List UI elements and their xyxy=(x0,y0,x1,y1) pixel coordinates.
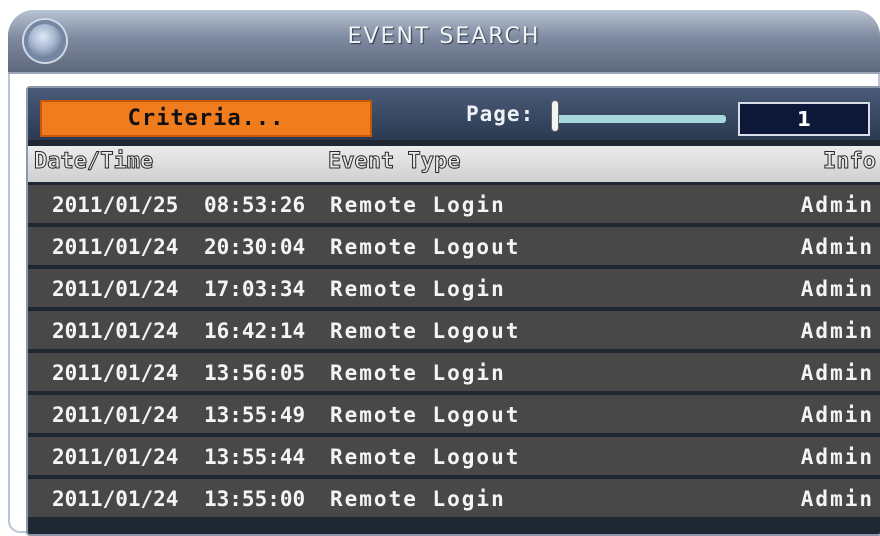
cell-info: Admin xyxy=(800,235,874,259)
cell-event-type: Remote Logout xyxy=(330,235,521,259)
cell-time: 17:03:34 xyxy=(204,277,306,301)
page-slider-handle[interactable] xyxy=(551,100,559,132)
cell-info: Admin xyxy=(800,193,874,217)
cell-time: 20:30:04 xyxy=(204,235,306,259)
cell-time: 13:55:00 xyxy=(204,487,306,511)
table-row[interactable]: 2011/01/25 08:53:26 Remote Login Admin xyxy=(28,185,880,223)
cell-time: 13:56:05 xyxy=(204,361,306,385)
page-number-field[interactable]: 1 xyxy=(738,102,870,136)
event-search-window: EVENT SEARCH Criteria... Page: 1 Date/Ti… xyxy=(8,10,880,536)
column-header-info: Info xyxy=(823,149,877,175)
cell-event-type: Remote Login xyxy=(330,361,506,385)
table-row[interactable]: 2011/01/24 13:55:49 Remote Logout Admin xyxy=(28,395,880,433)
cell-info: Admin xyxy=(800,319,874,343)
page-label: Page: xyxy=(466,102,535,126)
cell-date: 2011/01/24 xyxy=(52,487,179,511)
cell-time: 16:42:14 xyxy=(204,319,306,343)
cell-date: 2011/01/24 xyxy=(52,235,179,259)
table-header: Date/Time Event Type Info xyxy=(28,146,880,182)
criteria-button[interactable]: Criteria... xyxy=(40,100,372,137)
controls-bar: Criteria... Page: 1 xyxy=(28,88,880,140)
cell-event-type: Remote Login xyxy=(330,277,506,301)
title-bar: EVENT SEARCH xyxy=(8,10,880,74)
column-header-event-type: Event Type xyxy=(327,149,461,175)
window-title: EVENT SEARCH xyxy=(347,24,541,49)
cell-info: Admin xyxy=(800,361,874,385)
table-row[interactable]: 2011/01/24 16:42:14 Remote Logout Admin xyxy=(28,311,880,349)
cell-info: Admin xyxy=(800,445,874,469)
cell-date: 2011/01/24 xyxy=(52,445,179,469)
cell-event-type: Remote Login xyxy=(330,193,506,217)
column-header-datetime: Date/Time xyxy=(33,149,154,175)
table-row[interactable]: 2011/01/24 20:30:04 Remote Logout Admin xyxy=(28,227,880,265)
page-slider-track[interactable] xyxy=(556,115,726,123)
table-row[interactable]: 2011/01/24 13:55:00 Remote Login Admin xyxy=(28,479,880,517)
cell-date: 2011/01/24 xyxy=(52,361,179,385)
search-panel: Criteria... Page: 1 Date/Time Event Type… xyxy=(26,86,880,536)
cell-event-type: Remote Logout xyxy=(330,445,521,469)
table-row[interactable]: 2011/01/24 17:03:34 Remote Login Admin xyxy=(28,269,880,307)
cell-event-type: Remote Logout xyxy=(330,319,521,343)
cell-info: Admin xyxy=(800,403,874,427)
event-list: 2011/01/25 08:53:26 Remote Login Admin 2… xyxy=(28,185,880,521)
table-row[interactable]: 2011/01/24 13:55:44 Remote Logout Admin xyxy=(28,437,880,475)
table-row[interactable]: 2011/01/24 13:56:05 Remote Login Admin xyxy=(28,353,880,391)
cell-date: 2011/01/25 xyxy=(52,193,179,217)
cell-date: 2011/01/24 xyxy=(52,403,179,427)
cell-time: 13:55:44 xyxy=(204,445,306,469)
cell-event-type: Remote Logout xyxy=(330,403,521,427)
cell-info: Admin xyxy=(800,487,874,511)
cell-event-type: Remote Login xyxy=(330,487,506,511)
cell-date: 2011/01/24 xyxy=(52,277,179,301)
cell-date: 2011/01/24 xyxy=(52,319,179,343)
cell-info: Admin xyxy=(800,277,874,301)
cell-time: 08:53:26 xyxy=(204,193,306,217)
cell-time: 13:55:49 xyxy=(204,403,306,427)
